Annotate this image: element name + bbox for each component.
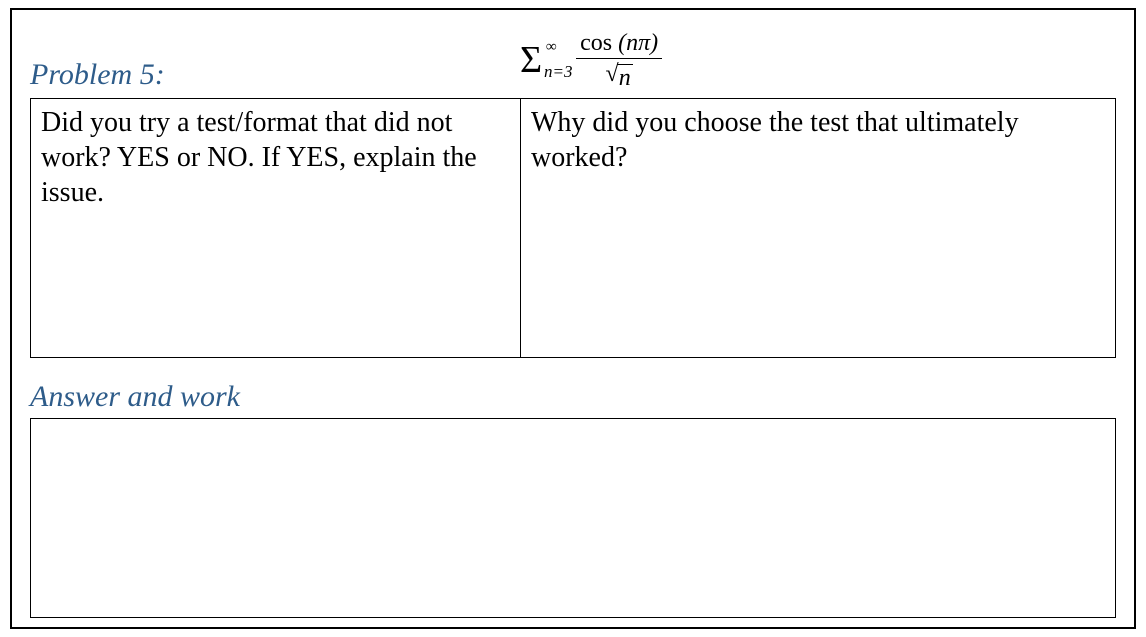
question-right: Why did you choose the test that ultimat…	[521, 99, 1115, 357]
fraction-denominator: √ n	[606, 59, 633, 91]
answer-label: Answer and work	[30, 380, 1116, 414]
sigma-block: Σ ∞ n=3	[520, 41, 542, 80]
fraction: cos (nπ) √ n	[576, 30, 662, 92]
question-box: Did you try a test/format that did not w…	[30, 98, 1116, 358]
sqrt-arg: n	[617, 64, 633, 91]
sigma-upper-limit: ∞	[546, 39, 557, 56]
page-frame: Problem 5: Σ ∞ n=3 cos (nπ) √ n	[10, 8, 1136, 629]
cos-arg: (nπ)	[618, 30, 658, 56]
problem-label: Problem 5:	[30, 58, 520, 92]
sigma-symbol: Σ	[520, 39, 542, 81]
answer-work-box	[30, 418, 1116, 618]
sqrt: √ n	[606, 61, 633, 91]
question-left: Did you try a test/format that did not w…	[31, 99, 521, 357]
fraction-numerator: cos (nπ)	[576, 30, 662, 59]
cos-func: cos	[580, 30, 612, 56]
sigma-lower-limit: n=3	[544, 62, 572, 82]
series-formula: Σ ∞ n=3 cos (nπ) √ n	[520, 30, 662, 92]
header-row: Problem 5: Σ ∞ n=3 cos (nπ) √ n	[30, 30, 1116, 92]
